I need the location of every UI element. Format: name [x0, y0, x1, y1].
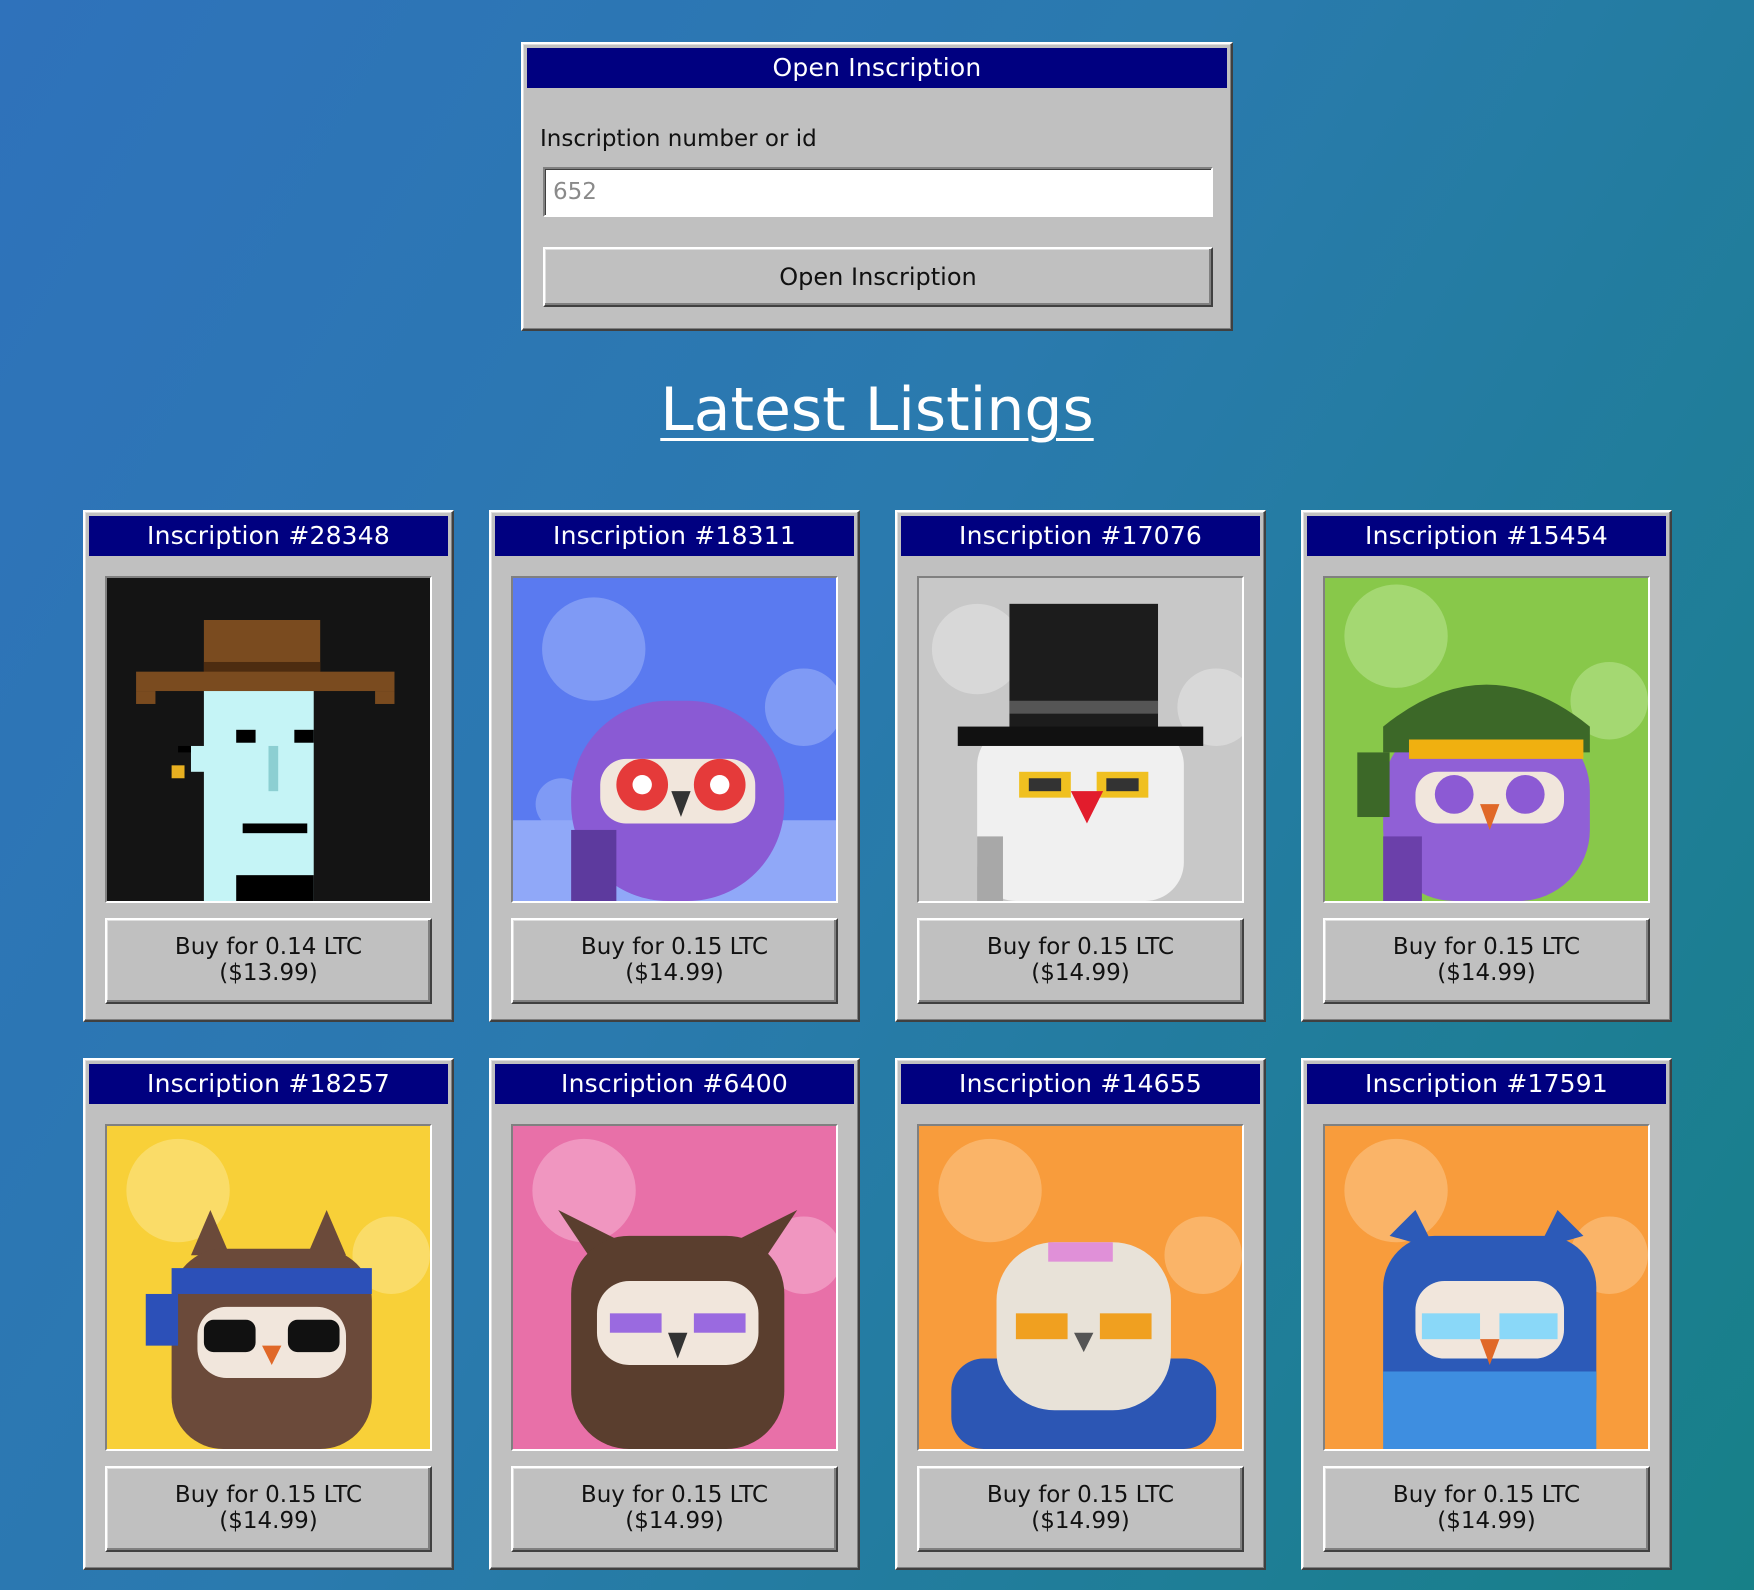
dialog-title: Open Inscription: [527, 48, 1227, 88]
inscription-artwork[interactable]: [105, 576, 432, 903]
listing-title: Inscription #17591: [1307, 1064, 1666, 1104]
brown-owl-purple-eyes-image: [513, 1126, 836, 1449]
purple-owl-red-eyes-image: [513, 578, 836, 901]
inscription-field-label: Inscription number or id: [540, 126, 817, 152]
buy-price-ltc: Buy for 0.15 LTC: [1392, 1482, 1581, 1508]
inscription-input[interactable]: [543, 167, 1213, 217]
listing-title: Inscription #18311: [495, 516, 854, 556]
buy-price-usd: ($14.99): [625, 1508, 724, 1534]
buy-price-usd: ($14.99): [1437, 960, 1536, 986]
buy-price-usd: ($14.99): [1031, 1508, 1130, 1534]
listing-card: Inscription #18311 Buy for 0.15 LTC ($14…: [489, 510, 860, 1022]
inscription-artwork[interactable]: [105, 1124, 432, 1451]
open-inscription-dialog: Open Inscription Inscription number or i…: [521, 42, 1233, 331]
inscription-artwork[interactable]: [1323, 576, 1650, 903]
inscription-artwork[interactable]: [917, 1124, 1244, 1451]
inscription-artwork[interactable]: [1323, 1124, 1650, 1451]
buy-button[interactable]: Buy for 0.15 LTC ($14.99): [917, 918, 1244, 1004]
listing-title: Inscription #6400: [495, 1064, 854, 1104]
buy-price-ltc: Buy for 0.15 LTC: [986, 1482, 1175, 1508]
listing-card: Inscription #28348 Buy for 0.14 LTC ($13…: [83, 510, 454, 1022]
listing-card: Inscription #17076 Buy for 0.15 LTC ($14…: [895, 510, 1266, 1022]
buy-price-usd: ($14.99): [625, 960, 724, 986]
listing-title: Inscription #15454: [1307, 516, 1666, 556]
buy-price-ltc: Buy for 0.14 LTC: [174, 934, 363, 960]
listing-title: Inscription #28348: [89, 516, 448, 556]
punk-cowboy-hat-image: [107, 578, 430, 901]
buy-button[interactable]: Buy for 0.15 LTC ($14.99): [917, 1466, 1244, 1552]
listing-title: Inscription #17076: [901, 516, 1260, 556]
buy-price-ltc: Buy for 0.15 LTC: [1392, 934, 1581, 960]
brown-owl-bandana-sunglasses-image: [107, 1126, 430, 1449]
open-inscription-button[interactable]: Open Inscription: [543, 247, 1213, 307]
listing-card: Inscription #6400 Buy for 0.15 LTC ($14.…: [489, 1058, 860, 1570]
inscription-artwork[interactable]: [511, 576, 838, 903]
buy-button[interactable]: Buy for 0.15 LTC ($14.99): [1323, 918, 1650, 1004]
blue-owl-blue-glasses-image: [1325, 1126, 1648, 1449]
buy-button[interactable]: Buy for 0.15 LTC ($14.99): [1323, 1466, 1650, 1552]
buy-price-usd: ($13.99): [219, 960, 318, 986]
listing-title: Inscription #18257: [89, 1064, 448, 1104]
listing-card: Inscription #15454 Buy for 0.15 LTC ($14…: [1301, 510, 1672, 1022]
buy-price-usd: ($14.99): [219, 1508, 318, 1534]
purple-owl-green-cap-image: [1325, 578, 1648, 901]
buy-price-ltc: Buy for 0.15 LTC: [174, 1482, 363, 1508]
buy-price-usd: ($14.99): [1437, 1508, 1536, 1534]
buy-price-ltc: Buy for 0.15 LTC: [580, 1482, 769, 1508]
white-owl-blue-hoodie-image: [919, 1126, 1242, 1449]
listing-card: Inscription #17591 Buy for 0.15 LTC ($14…: [1301, 1058, 1672, 1570]
listing-card: Inscription #14655 Buy for 0.15 LTC ($14…: [895, 1058, 1266, 1570]
inscription-artwork[interactable]: [917, 576, 1244, 903]
buy-button[interactable]: Buy for 0.15 LTC ($14.99): [511, 918, 838, 1004]
latest-listings-heading[interactable]: Latest Listings: [0, 375, 1754, 445]
listing-card: Inscription #18257 Buy for 0.15 LTC ($14…: [83, 1058, 454, 1570]
buy-button[interactable]: Buy for 0.15 LTC ($14.99): [105, 1466, 432, 1552]
buy-price-usd: ($14.99): [1031, 960, 1130, 986]
buy-price-ltc: Buy for 0.15 LTC: [580, 934, 769, 960]
listing-title: Inscription #14655: [901, 1064, 1260, 1104]
buy-price-ltc: Buy for 0.15 LTC: [986, 934, 1175, 960]
buy-button[interactable]: Buy for 0.14 LTC ($13.99): [105, 918, 432, 1004]
buy-button[interactable]: Buy for 0.15 LTC ($14.99): [511, 1466, 838, 1552]
white-owl-top-hat-image: [919, 578, 1242, 901]
inscription-artwork[interactable]: [511, 1124, 838, 1451]
